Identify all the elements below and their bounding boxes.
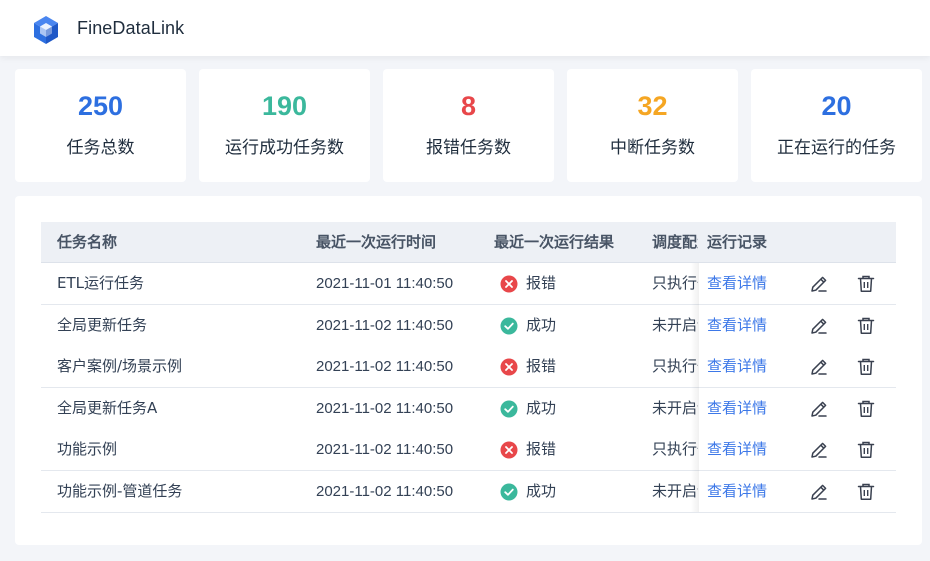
view-details-link[interactable]: 查看详情 xyxy=(707,471,787,512)
stat-value: 20 xyxy=(821,91,852,121)
last-run-time: 2021-11-02 11:40:50 xyxy=(316,358,454,375)
table-row: 全局更新任务A2021-11-02 11:40:50成功未开启调度查看详情 xyxy=(41,387,896,430)
stat-value: 190 xyxy=(261,91,308,121)
task-table-panel: 任务名称 最近一次运行时间 最近一次运行结果 调度配置 运行记录 ETL运行任务… xyxy=(15,196,922,545)
view-details-link[interactable]: 查看详情 xyxy=(707,263,787,304)
table-row: 功能示例2021-11-02 11:40:50报错只执行一次查看详情 xyxy=(41,429,896,471)
check-circle-icon xyxy=(500,400,518,418)
header-task-name: 任务名称 xyxy=(57,233,118,251)
stat-label: 正在运行的任务 xyxy=(777,138,896,158)
last-run-result: 报错 xyxy=(526,274,557,292)
last-run-time: 2021-11-02 11:40:50 xyxy=(316,441,454,458)
stat-value: 250 xyxy=(77,91,124,121)
stat-value: 32 xyxy=(637,91,668,121)
task-name: ETL运行任务 xyxy=(57,274,144,292)
stat-card: 32 中断任务数 xyxy=(567,69,738,182)
cube-logo-icon xyxy=(34,16,58,44)
task-table: 任务名称 最近一次运行时间 最近一次运行结果 调度配置 运行记录 ETL运行任务… xyxy=(41,222,896,513)
table-row: 功能示例-管道任务2021-11-02 11:40:50成功未开启调度查看详情 xyxy=(41,470,896,513)
x-circle-icon xyxy=(500,358,518,376)
app-name: FineDataLink xyxy=(77,18,185,38)
last-run-result: 报错 xyxy=(526,357,557,375)
stat-label: 中断任务数 xyxy=(610,138,695,158)
table-header: 任务名称 最近一次运行时间 最近一次运行结果 调度配置 运行记录 xyxy=(41,222,896,263)
edit-pencil-icon[interactable] xyxy=(809,274,829,294)
stat-card: 20 正在运行的任务 xyxy=(751,69,922,182)
stat-value: 8 xyxy=(460,91,477,121)
table-row: ETL运行任务2021-11-01 11:40:50报错只执行一次查看详情 xyxy=(41,263,896,305)
edit-pencil-icon[interactable] xyxy=(809,440,829,460)
stat-label: 任务总数 xyxy=(66,138,135,158)
trash-icon[interactable] xyxy=(856,440,876,460)
last-run-result: 成功 xyxy=(526,398,557,417)
header-last-run-time: 最近一次运行时间 xyxy=(316,233,437,251)
x-circle-icon xyxy=(500,275,518,293)
last-run-result: 成功 xyxy=(526,481,557,500)
last-run-result: 成功 xyxy=(526,315,557,334)
task-name: 客户案例/场景示例 xyxy=(57,357,183,375)
edit-pencil-icon[interactable] xyxy=(809,399,829,419)
stat-label: 报错任务数 xyxy=(426,138,511,158)
last-run-time: 2021-11-02 11:40:50 xyxy=(316,482,454,500)
last-run-time: 2021-11-02 11:40:50 xyxy=(316,316,454,334)
fixed-column-shadow xyxy=(691,263,699,512)
x-circle-icon xyxy=(500,441,518,459)
last-run-result: 报错 xyxy=(526,440,557,458)
edit-pencil-icon[interactable] xyxy=(809,357,829,377)
last-run-time: 2021-11-02 11:40:50 xyxy=(316,399,454,417)
top-header: FineDataLink xyxy=(0,0,930,56)
stat-card: 8 报错任务数 xyxy=(383,69,554,182)
header-last-run-result: 最近一次运行结果 xyxy=(494,233,615,251)
view-details-link[interactable]: 查看详情 xyxy=(707,346,787,387)
table-row: 客户案例/场景示例2021-11-02 11:40:50报错只执行一次查看详情 xyxy=(41,346,896,388)
stat-label: 运行成功任务数 xyxy=(225,138,344,158)
trash-icon[interactable] xyxy=(856,316,876,336)
stat-card: 250 任务总数 xyxy=(15,69,186,182)
trash-icon[interactable] xyxy=(856,482,876,502)
view-details-link[interactable]: 查看详情 xyxy=(707,388,787,429)
task-name: 功能示例 xyxy=(57,440,118,458)
view-details-link[interactable]: 查看详情 xyxy=(707,429,787,470)
trash-icon[interactable] xyxy=(856,357,876,377)
edit-pencil-icon[interactable] xyxy=(809,482,829,502)
trash-icon[interactable] xyxy=(856,274,876,294)
trash-icon[interactable] xyxy=(856,399,876,419)
stat-card: 190 运行成功任务数 xyxy=(199,69,370,182)
check-circle-icon xyxy=(500,317,518,335)
last-run-time: 2021-11-01 11:40:50 xyxy=(316,275,454,292)
header-run-records: 运行记录 xyxy=(707,233,768,251)
task-name: 全局更新任务 xyxy=(57,315,148,334)
check-circle-icon xyxy=(500,483,518,501)
header-schedule-config: 调度配置 xyxy=(652,233,698,251)
task-name: 全局更新任务A xyxy=(57,398,158,417)
table-row: 全局更新任务2021-11-02 11:40:50成功未开启调度查看详情 xyxy=(41,304,896,347)
task-name: 功能示例-管道任务 xyxy=(57,481,183,500)
edit-pencil-icon[interactable] xyxy=(809,316,829,336)
view-details-link[interactable]: 查看详情 xyxy=(707,305,787,346)
